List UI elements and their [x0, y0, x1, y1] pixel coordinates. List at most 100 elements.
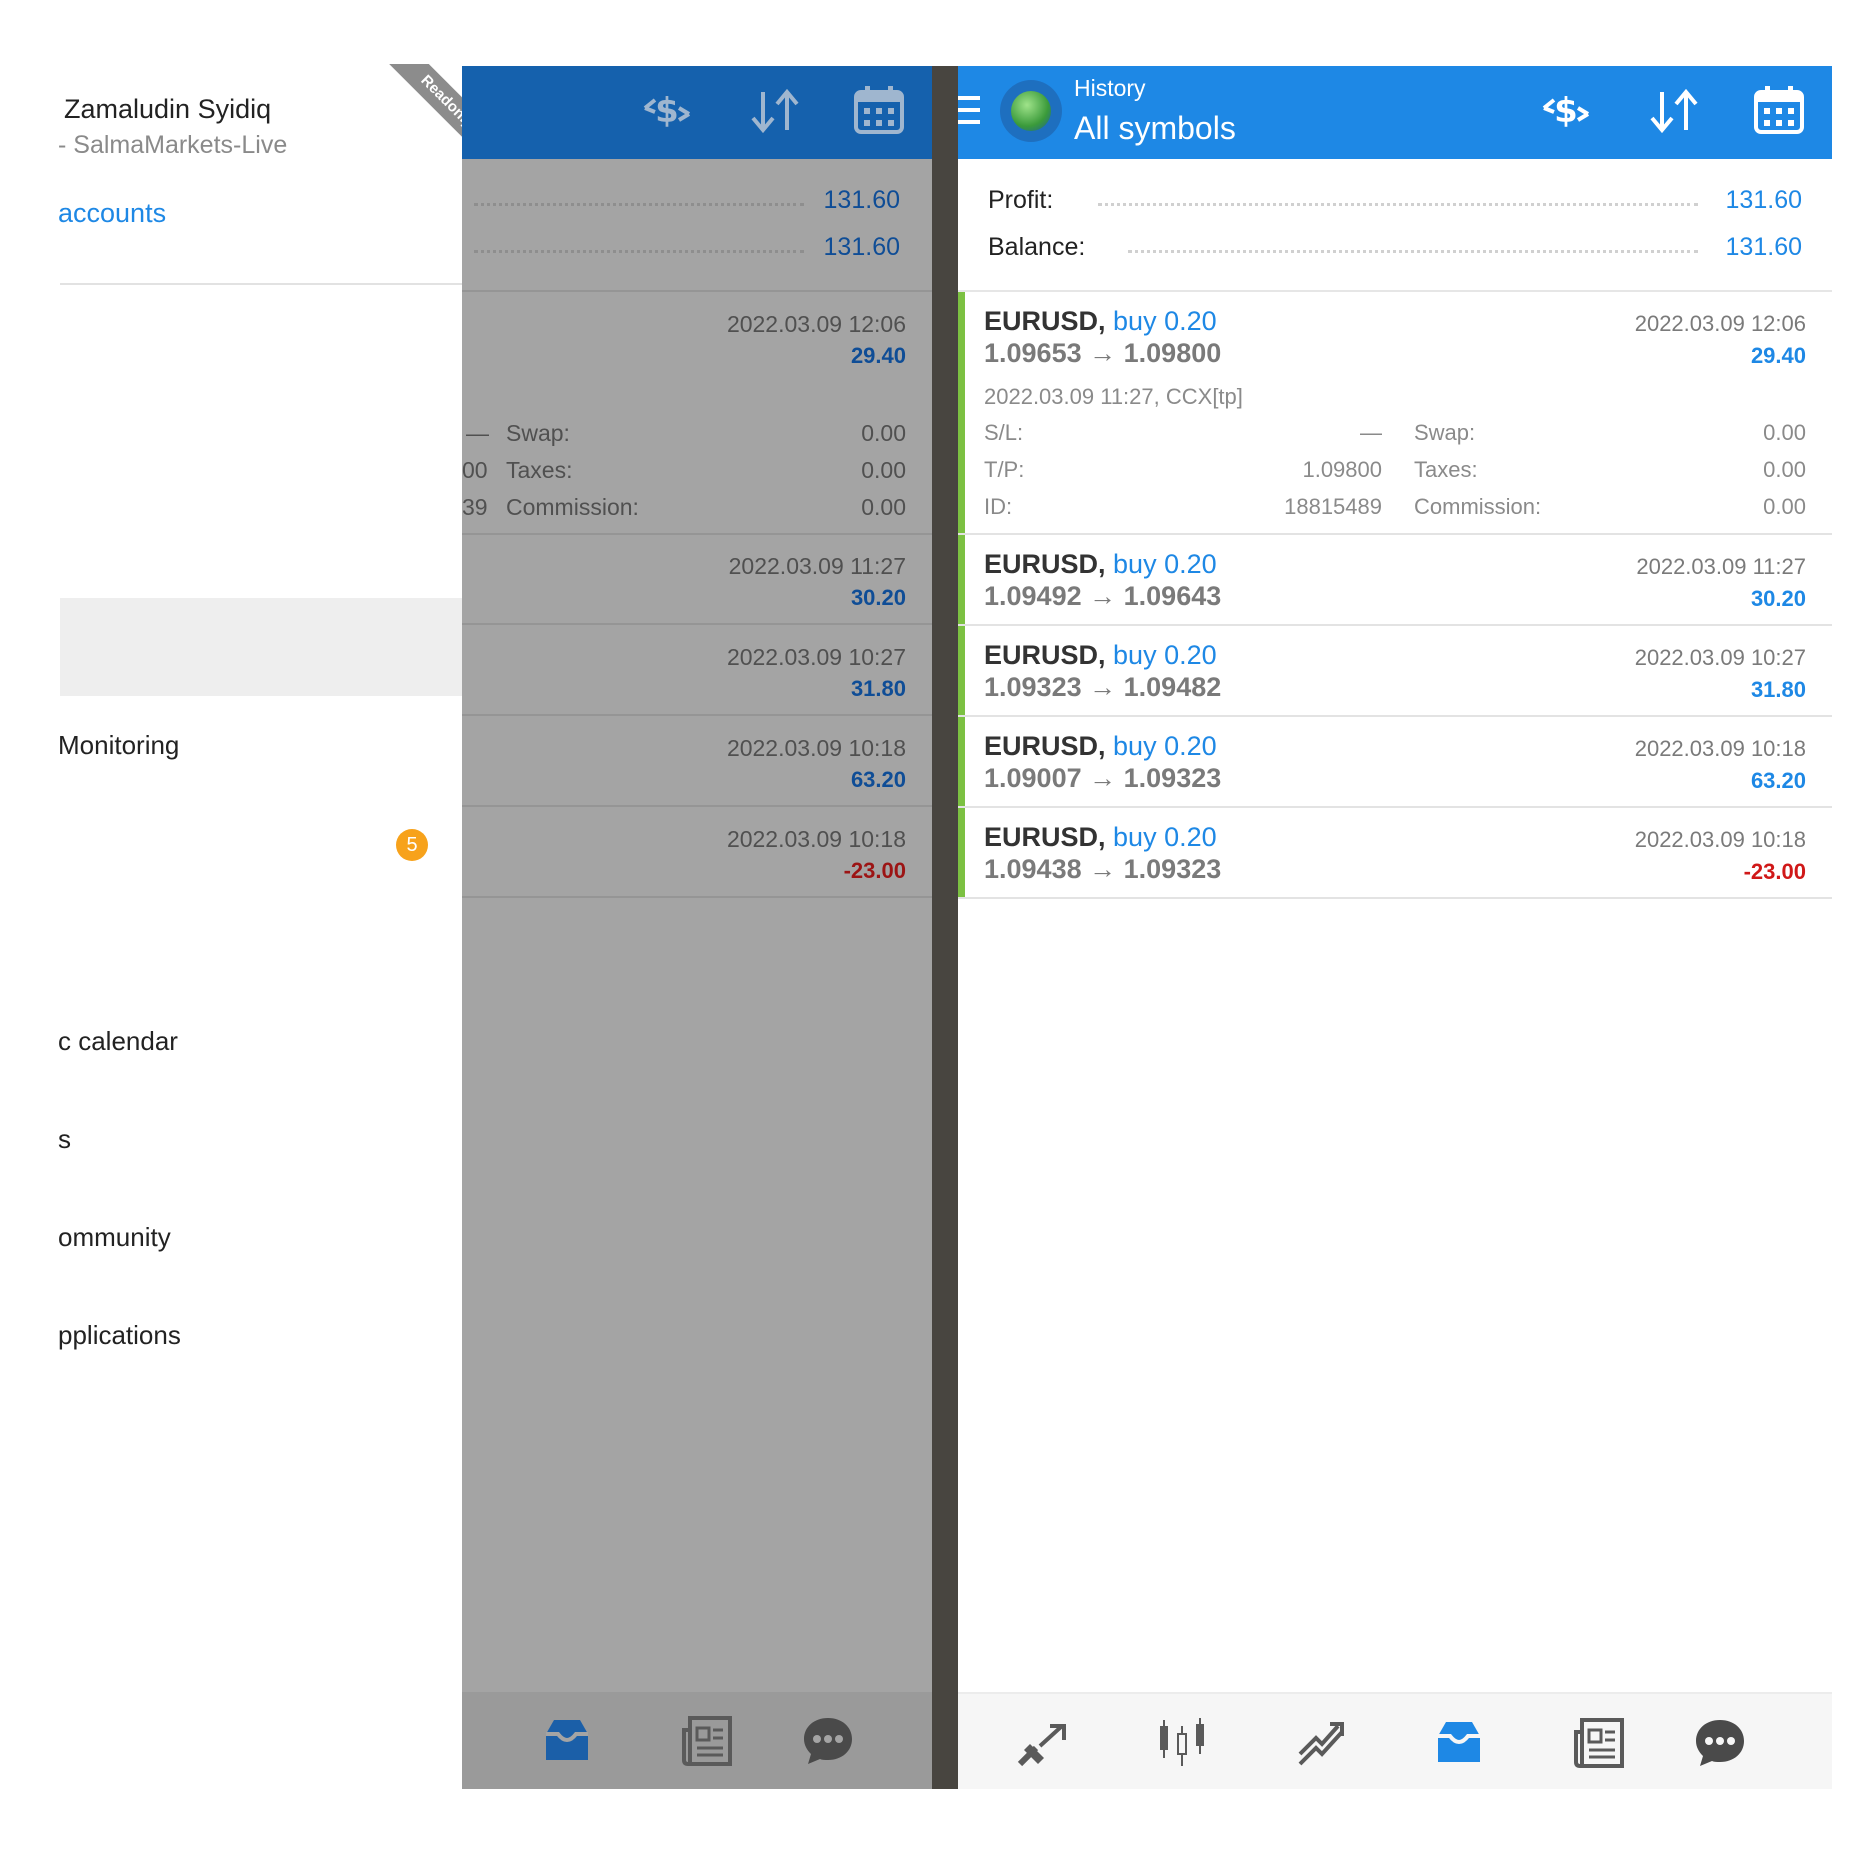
metatrader-logo-icon [1000, 80, 1062, 142]
swap-value: 0.00 [1763, 420, 1806, 445]
balance-dotted-leader [474, 250, 804, 253]
close-price: 1.09800 [1123, 338, 1222, 368]
row-divider [462, 714, 932, 716]
commission-label: Commission: [506, 494, 639, 520]
tp-label: T/P: [984, 457, 1025, 482]
id-partial: 39 [462, 494, 488, 520]
deal-row[interactable]: EURUSD, buy 0.20 1.09007 → 1.09323 2022.… [958, 717, 1832, 808]
close-price: 1.09482 [1123, 672, 1222, 702]
bottom-navigation [958, 1692, 1832, 1789]
drawer-item-applications[interactable]: pplications [58, 1320, 181, 1351]
deal-profit: 63.20 [1750, 768, 1806, 793]
quotes-icon[interactable] [1014, 1718, 1072, 1770]
open-price: 1.09438 [984, 854, 1082, 884]
chat-icon[interactable] [1692, 1716, 1748, 1770]
row-divider [462, 805, 932, 807]
taxes-label: Taxes: [1414, 457, 1478, 482]
row-divider [462, 896, 932, 898]
deal-profit: 31.80 [850, 676, 906, 701]
open-price: 1.09007 [984, 763, 1082, 793]
server-name: - SalmaMarkets-Live [58, 131, 288, 159]
deal-time: 2022.03.09 10:27 [1634, 645, 1806, 670]
deal-profit: 31.80 [1750, 677, 1806, 702]
news-icon[interactable] [1572, 1716, 1626, 1770]
user-name: Zamaludin Syidiq [64, 94, 272, 124]
profit-dotted-leader [1098, 203, 1698, 206]
drawer-item-community[interactable]: ommunity [58, 1222, 171, 1253]
menu-icon[interactable] [958, 92, 980, 132]
open-price: 1.09492 [984, 581, 1082, 611]
sl-label: S/L: [984, 420, 1024, 445]
calendar-icon[interactable] [1752, 82, 1806, 138]
drawer-item-selected[interactable] [60, 598, 462, 696]
row-divider [958, 897, 1832, 899]
history-icon[interactable] [540, 1716, 594, 1766]
readonly-label: Readonly [376, 64, 462, 160]
deal-time: 2022.03.09 12:06 [726, 311, 906, 337]
deal-title: EURUSD, buy 0.20 [984, 731, 1217, 762]
readonly-ribbon: Readonly [340, 64, 462, 160]
deal-time: 2022.03.09 10:18 [726, 735, 906, 761]
trade-icon[interactable] [1294, 1716, 1350, 1770]
svg-text:$: $ [1554, 91, 1578, 131]
profit-value: 131.60 [823, 186, 900, 214]
history-screen: History All symbols $ Profit: 131.60 Bal… [958, 66, 1832, 1789]
close-price: 1.09323 [1123, 763, 1222, 793]
screen-title[interactable]: All symbols [1074, 110, 1236, 147]
arrow-icon: → [1089, 338, 1117, 368]
news-icon[interactable] [680, 1714, 734, 1768]
deal-side: buy 0.20 [1113, 549, 1217, 579]
arrow-icon: → [1089, 672, 1117, 702]
manage-accounts-link[interactable]: accounts [58, 198, 166, 229]
deal-profit: 30.20 [850, 585, 906, 610]
close-price: 1.09643 [1123, 581, 1222, 611]
sl-value: — [1360, 420, 1382, 445]
history-icon[interactable] [1432, 1718, 1486, 1768]
chat-icon[interactable] [800, 1714, 856, 1768]
drawer-item-calendar[interactable]: c calendar [58, 1026, 178, 1057]
deal-time: 2022.03.09 11:27 [1636, 554, 1806, 579]
chart-icon[interactable] [1154, 1714, 1210, 1770]
deal-time: 2022.03.09 11:27 [728, 553, 906, 579]
balance-dotted-leader [1128, 250, 1698, 253]
deal-prices: 1.09492 → 1.09643 [984, 581, 1221, 612]
deal-time: 2022.03.09 12:06 [1634, 311, 1806, 336]
profit-indicator [958, 292, 965, 535]
open-price: 1.09323 [984, 672, 1082, 702]
row-divider [462, 533, 932, 535]
currency-exchange-icon[interactable]: $ [1536, 86, 1596, 136]
commission-value: 0.00 [1763, 494, 1806, 519]
deal-loss: -23.00 [843, 858, 906, 883]
drawer-item-monitoring[interactable]: Monitoring [58, 730, 179, 761]
profit-label: Profit: [988, 186, 1054, 214]
deal-row[interactable]: EURUSD, buy 0.20 1.09323 → 1.09482 2022.… [958, 626, 1832, 717]
tp-partial: 00 [462, 457, 488, 483]
taxes-label: Taxes: [506, 457, 573, 483]
deal-row[interactable]: EURUSD, buy 0.20 1.09492 → 1.09643 2022.… [958, 535, 1832, 626]
profit-indicator [958, 626, 965, 717]
profit-indicator [958, 808, 965, 899]
sort-icon[interactable] [1646, 86, 1702, 136]
currency-exchange-icon[interactable]: $ [637, 86, 697, 136]
sort-icon[interactable] [747, 86, 803, 136]
dimmed-history-screen: $ 131.60 131.60 2022.03.09 12:06 29.40 —… [462, 66, 932, 1789]
profit-value: 131.60 [1725, 186, 1802, 214]
drawer-item-s[interactable]: s [58, 1124, 71, 1155]
deal-row[interactable]: EURUSD, buy 0.20 1.09438 → 1.09323 2022.… [958, 808, 1832, 899]
screen-separator [932, 66, 958, 1789]
summary-divider [462, 290, 932, 292]
arrow-icon: → [1089, 581, 1117, 611]
deal-row-expanded[interactable]: EURUSD, buy 0.20 1.09653 → 1.09800 2022.… [958, 292, 1832, 535]
deal-time: 2022.03.09 10:18 [726, 826, 906, 852]
deal-prices: 1.09323 → 1.09482 [984, 672, 1221, 703]
svg-text:$: $ [655, 91, 679, 131]
taxes-value: 0.00 [861, 457, 906, 483]
deal-time: 2022.03.09 10:18 [1634, 736, 1806, 761]
calendar-icon[interactable] [852, 82, 906, 138]
deal-open-info: 2022.03.09 11:27, CCX[tp] [984, 384, 1243, 409]
commission-value: 0.00 [861, 494, 906, 520]
deal-time: 2022.03.09 10:18 [1634, 827, 1806, 852]
deal-profit: 29.40 [1750, 343, 1806, 368]
commission-label: Commission: [1414, 494, 1542, 519]
deal-profit: 63.20 [850, 767, 906, 792]
